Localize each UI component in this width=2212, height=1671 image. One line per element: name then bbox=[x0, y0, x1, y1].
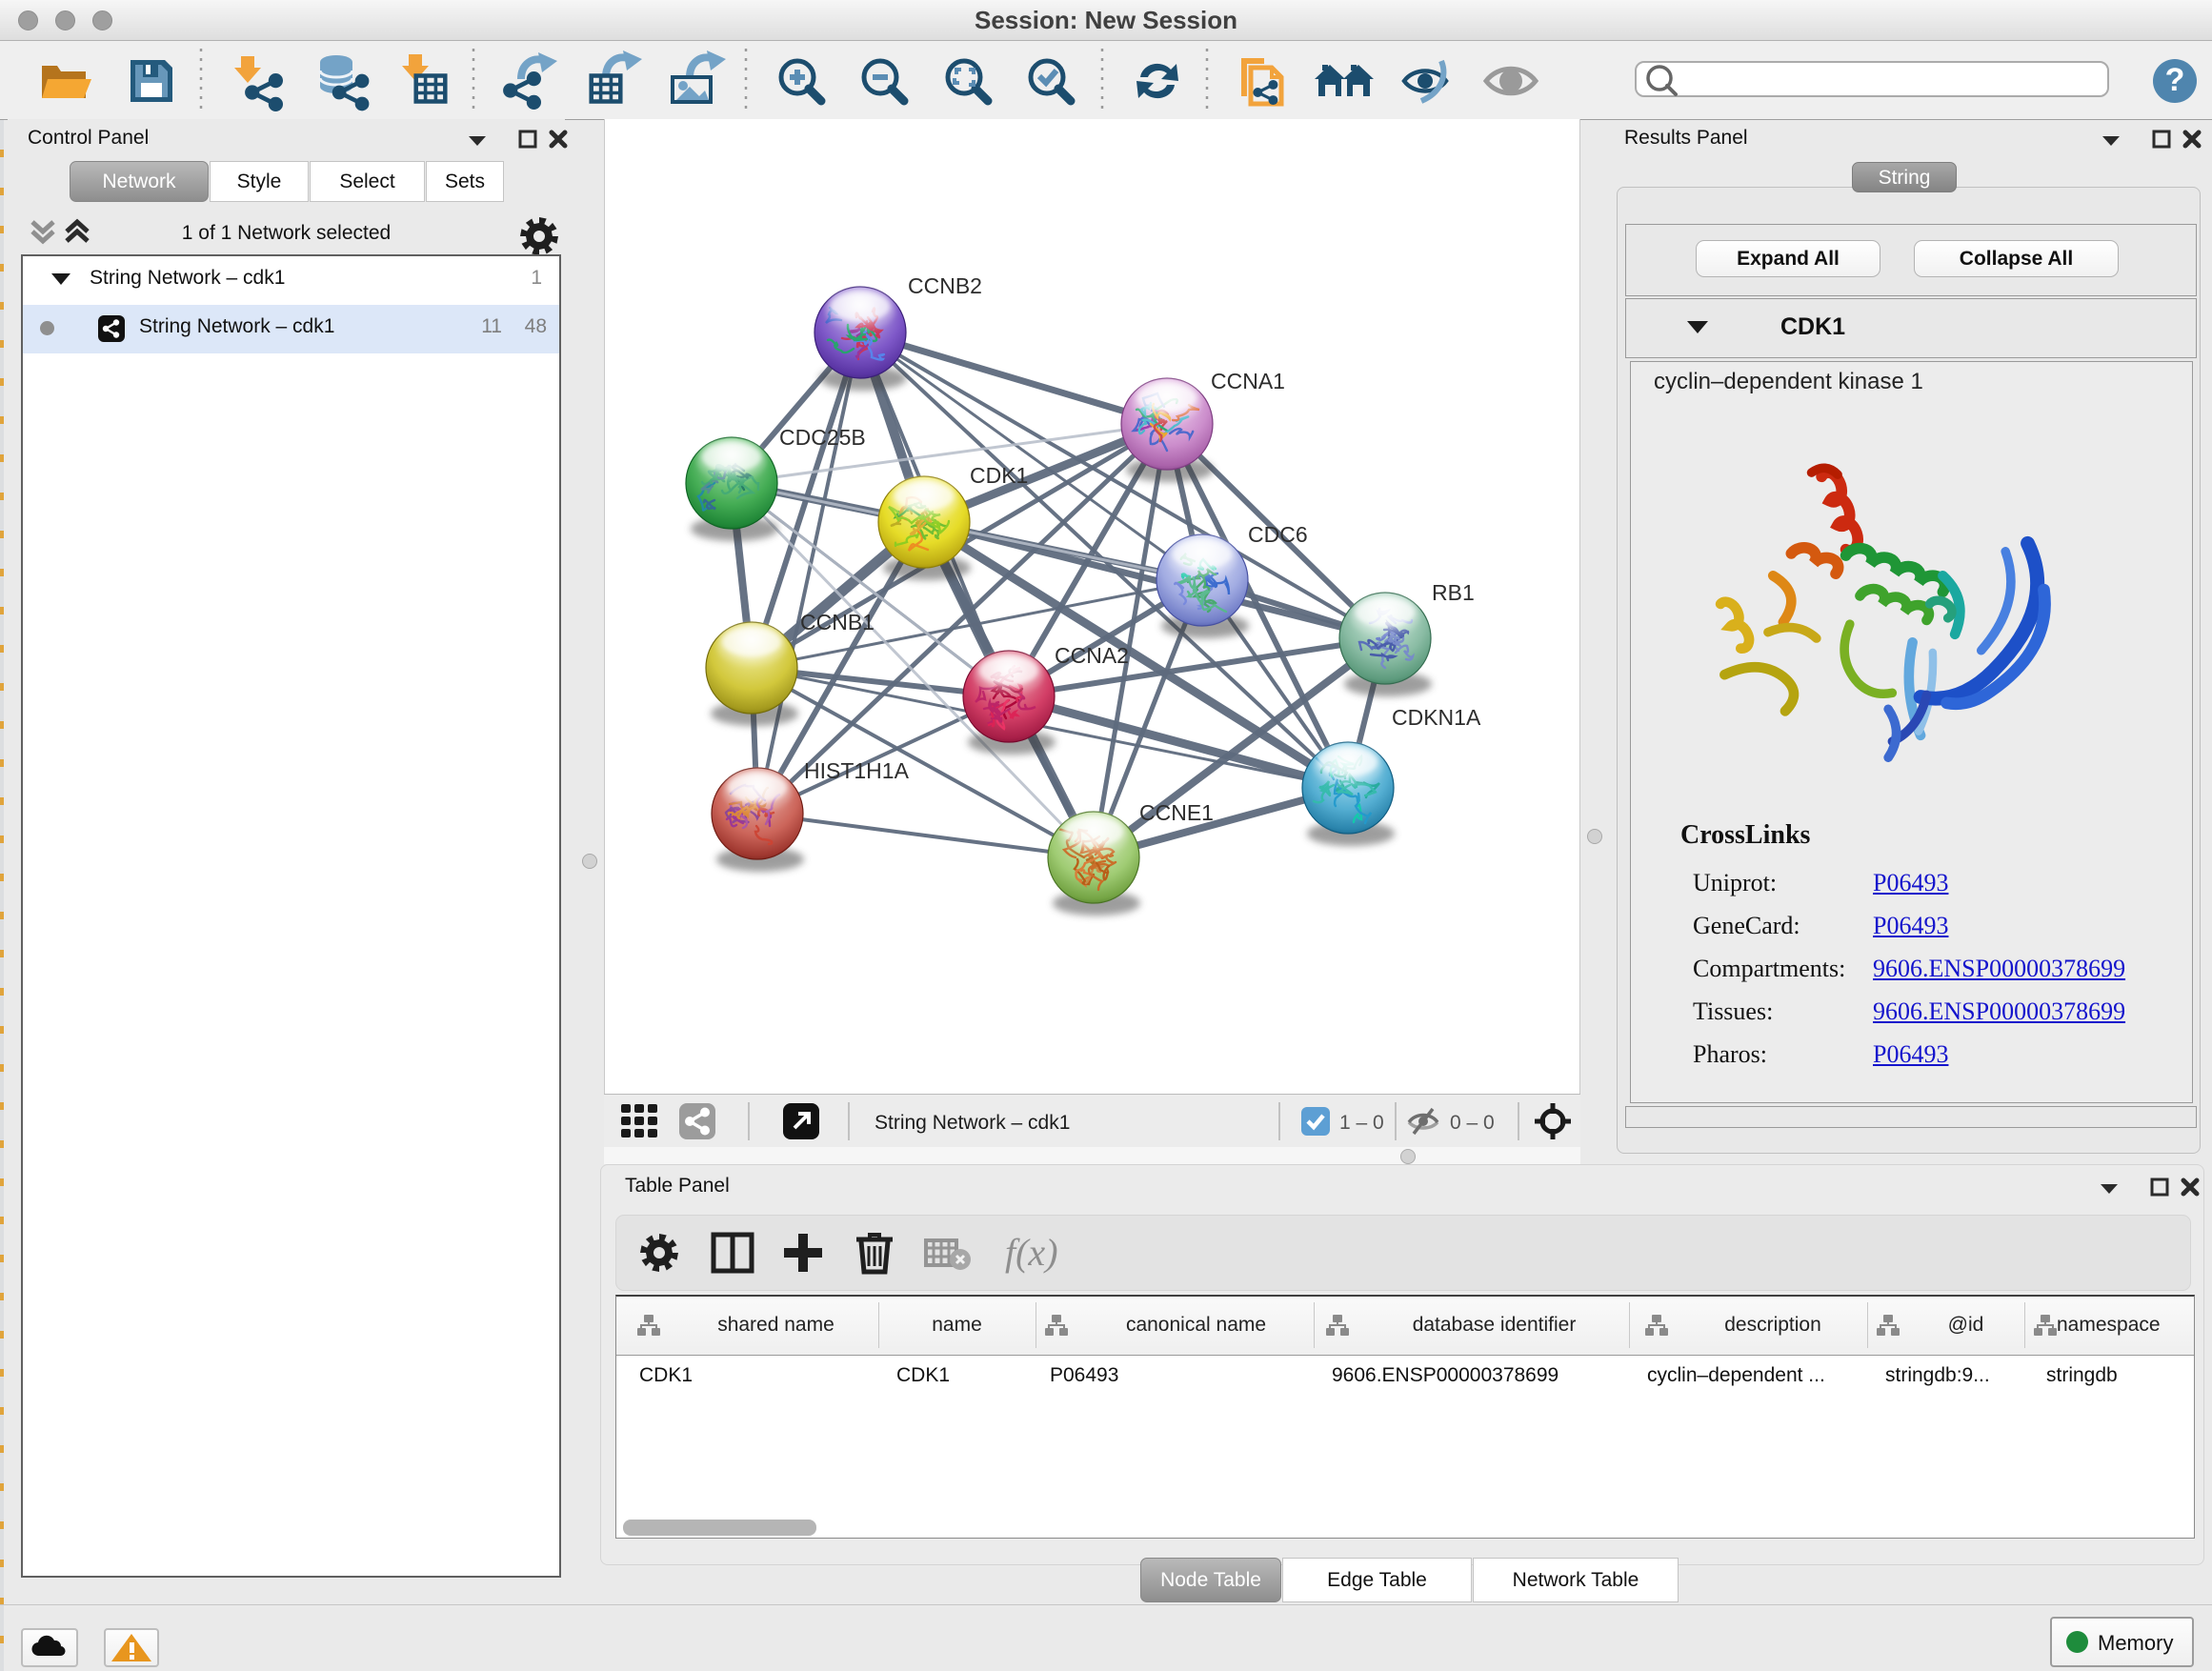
svg-text:f(x): f(x) bbox=[1005, 1231, 1058, 1274]
svg-text:CCNB1: CCNB1 bbox=[800, 610, 875, 634]
svg-text:String Network – cdk1: String Network – cdk1 bbox=[875, 1112, 1070, 1134]
svg-text:CCNA1: CCNA1 bbox=[1211, 369, 1285, 393]
svg-text:CCNA2: CCNA2 bbox=[1055, 643, 1129, 668]
svg-text:CCNB2: CCNB2 bbox=[908, 273, 982, 298]
svg-text:CDC25B: CDC25B bbox=[779, 425, 866, 450]
svg-text:1 – 0: 1 – 0 bbox=[1339, 1112, 1384, 1134]
svg-text:CDKN1A: CDKN1A bbox=[1392, 705, 1481, 730]
svg-text:RB1: RB1 bbox=[1432, 580, 1475, 605]
svg-text:HIST1H1A: HIST1H1A bbox=[804, 758, 910, 783]
svg-text:?: ? bbox=[2165, 62, 2185, 98]
svg-text:CCNE1: CCNE1 bbox=[1139, 800, 1214, 825]
svg-text:CDC6: CDC6 bbox=[1248, 522, 1308, 547]
svg-text:CDK1: CDK1 bbox=[970, 463, 1028, 488]
svg-text:0 – 0: 0 – 0 bbox=[1450, 1112, 1495, 1134]
